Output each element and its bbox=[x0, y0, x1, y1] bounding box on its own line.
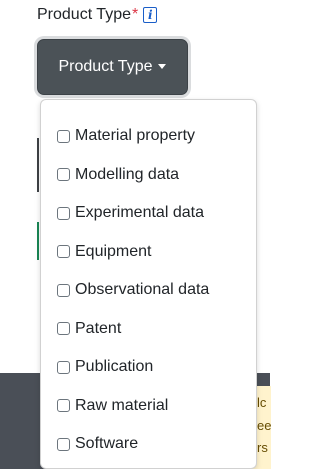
menu-item-observational-data[interactable]: Observational data bbox=[41, 271, 256, 310]
product-type-label-row: Product Type * i bbox=[37, 6, 158, 24]
checkbox[interactable] bbox=[57, 283, 70, 297]
checkbox[interactable] bbox=[57, 360, 70, 374]
warning-panel-text: lc bbox=[257, 395, 267, 410]
dropdown-button-label: Product Type bbox=[58, 58, 153, 75]
warning-panel-text: ee bbox=[257, 418, 271, 433]
menu-item-patent[interactable]: Patent bbox=[41, 310, 256, 349]
caret-down-icon bbox=[158, 63, 167, 69]
checkbox[interactable] bbox=[57, 206, 70, 220]
menu-item-label: Patent bbox=[75, 319, 122, 337]
menu-item-label: Material property bbox=[75, 127, 196, 145]
product-type-dropdown-menu: Material property Modelling data Experim… bbox=[40, 99, 257, 469]
menu-item-label: Publication bbox=[75, 358, 154, 376]
checkbox[interactable] bbox=[57, 322, 70, 336]
checkbox[interactable] bbox=[57, 437, 70, 451]
field-label: Product Type bbox=[37, 6, 131, 23]
menu-item-publication[interactable]: Publication bbox=[41, 348, 256, 387]
menu-item-software[interactable]: Software bbox=[41, 425, 256, 464]
menu-item-label: Modelling data bbox=[75, 165, 180, 183]
warning-panel-text: rs bbox=[257, 440, 268, 455]
menu-item-equipment[interactable]: Equipment bbox=[41, 233, 256, 272]
menu-item-modelling-data[interactable]: Modelling data bbox=[41, 156, 256, 195]
menu-item-label: Raw material bbox=[75, 396, 169, 414]
background-element-edge-green bbox=[37, 222, 39, 260]
menu-item-raw-material[interactable]: Raw material bbox=[41, 387, 256, 426]
menu-item-material-property[interactable]: Material property bbox=[41, 117, 256, 156]
checkbox[interactable] bbox=[57, 129, 70, 143]
info-icon[interactable]: i bbox=[143, 7, 158, 23]
menu-item-label: Observational data bbox=[75, 281, 210, 299]
menu-item-experimental-data[interactable]: Experimental data bbox=[41, 194, 256, 233]
checkbox[interactable] bbox=[57, 168, 70, 182]
checkbox[interactable] bbox=[57, 245, 70, 259]
background-element-edge bbox=[37, 138, 39, 192]
required-marker: * bbox=[131, 6, 139, 23]
checkbox[interactable] bbox=[57, 399, 70, 413]
menu-item-label: Experimental data bbox=[75, 204, 204, 222]
menu-item-label: Software bbox=[75, 435, 139, 453]
menu-item-label: Equipment bbox=[75, 242, 152, 260]
product-type-dropdown-button[interactable]: Product Type bbox=[37, 39, 188, 95]
